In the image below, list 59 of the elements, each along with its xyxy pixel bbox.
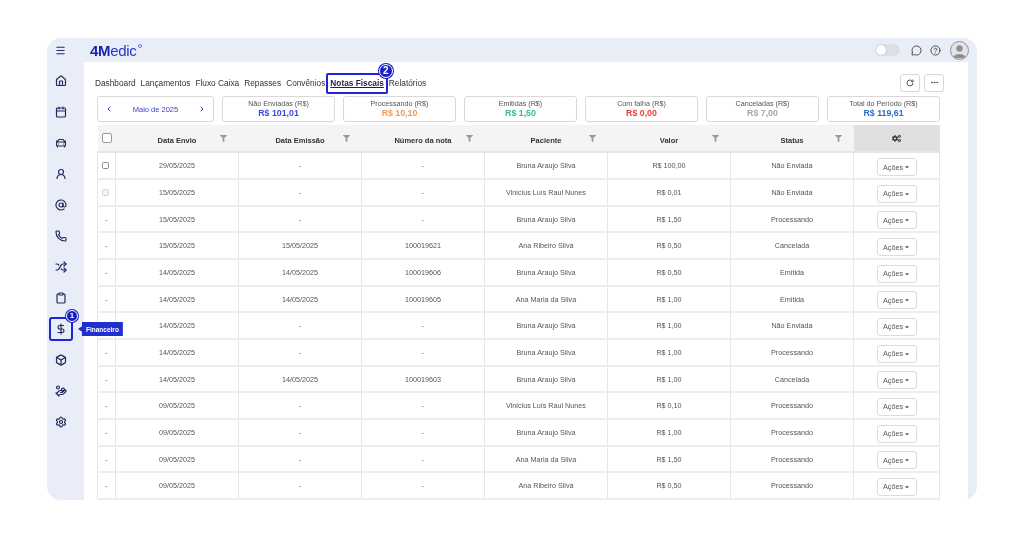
caret-icon [904,483,910,490]
caret-icon [904,377,910,384]
refresh-icon [906,78,914,87]
card-value: R$ 1,50 [505,108,536,120]
select-all-checkbox[interactable] [101,133,112,144]
chat-icon[interactable] [911,44,922,56]
help-icon[interactable] [930,44,941,56]
caret-icon [904,164,910,171]
menu-icon[interactable] [55,44,66,56]
nav-tab[interactable]: Relatórios [388,77,427,88]
callout-badge: 2 [378,63,393,78]
caret-icon [904,297,910,304]
caret-icon [904,190,910,197]
refresh-button[interactable] [900,73,920,92]
card-value: R$ 7,00 [747,108,778,120]
caret-icon [904,244,910,250]
caret-icon [904,430,910,437]
calendar-icon [55,106,67,118]
callout-badge: 1 [66,310,78,322]
logo: 4Medic [90,41,137,59]
filter-icon[interactable] [588,135,596,143]
phone-icon [55,230,67,242]
card-value: R$ 101,01 [258,108,299,120]
caret-icon [904,457,910,464]
card-value: R$ 0,00 [626,108,657,120]
clipboard-icon [55,292,67,304]
hand-coins-icon [55,385,67,397]
caret-icon [904,350,910,357]
filter-icon[interactable] [834,135,842,143]
car-icon [55,137,67,149]
caret-icon [904,403,910,410]
card-value: R$ 10,10 [381,108,418,120]
caret-icon [904,217,910,224]
caret-icon [904,324,910,330]
filter-icon[interactable] [465,135,473,143]
row-checkbox[interactable] [102,162,109,170]
nav-tab[interactable]: Dashboard [95,77,136,88]
shuffle-icon [55,261,67,273]
avatar-icon[interactable] [950,40,969,60]
filter-icon[interactable] [711,135,719,143]
at-sign-icon [55,199,67,211]
filter-icon[interactable] [342,135,350,143]
theme-toggle[interactable] [875,44,900,56]
chevron-left-icon[interactable] [105,105,113,114]
chevron-right-icon[interactable] [198,105,206,114]
caret-icon [904,270,910,277]
logo-ring-icon [137,43,142,48]
gears-icon[interactable] [892,134,901,144]
cube-icon [55,354,67,366]
nav-tab[interactable]: Convênios [286,77,326,88]
settings-icon [55,416,67,428]
nav-tab[interactable]: Fluxo Caixa [195,77,240,88]
user-icon [55,168,67,180]
dollar-icon [55,323,67,335]
home-icon [55,75,67,87]
filter-icon[interactable] [219,135,227,143]
card-value: R$ 119,61 [863,108,904,120]
nav-tab[interactable]: Repasses [244,77,282,88]
nav-tab[interactable]: Lançamentos [140,77,191,88]
